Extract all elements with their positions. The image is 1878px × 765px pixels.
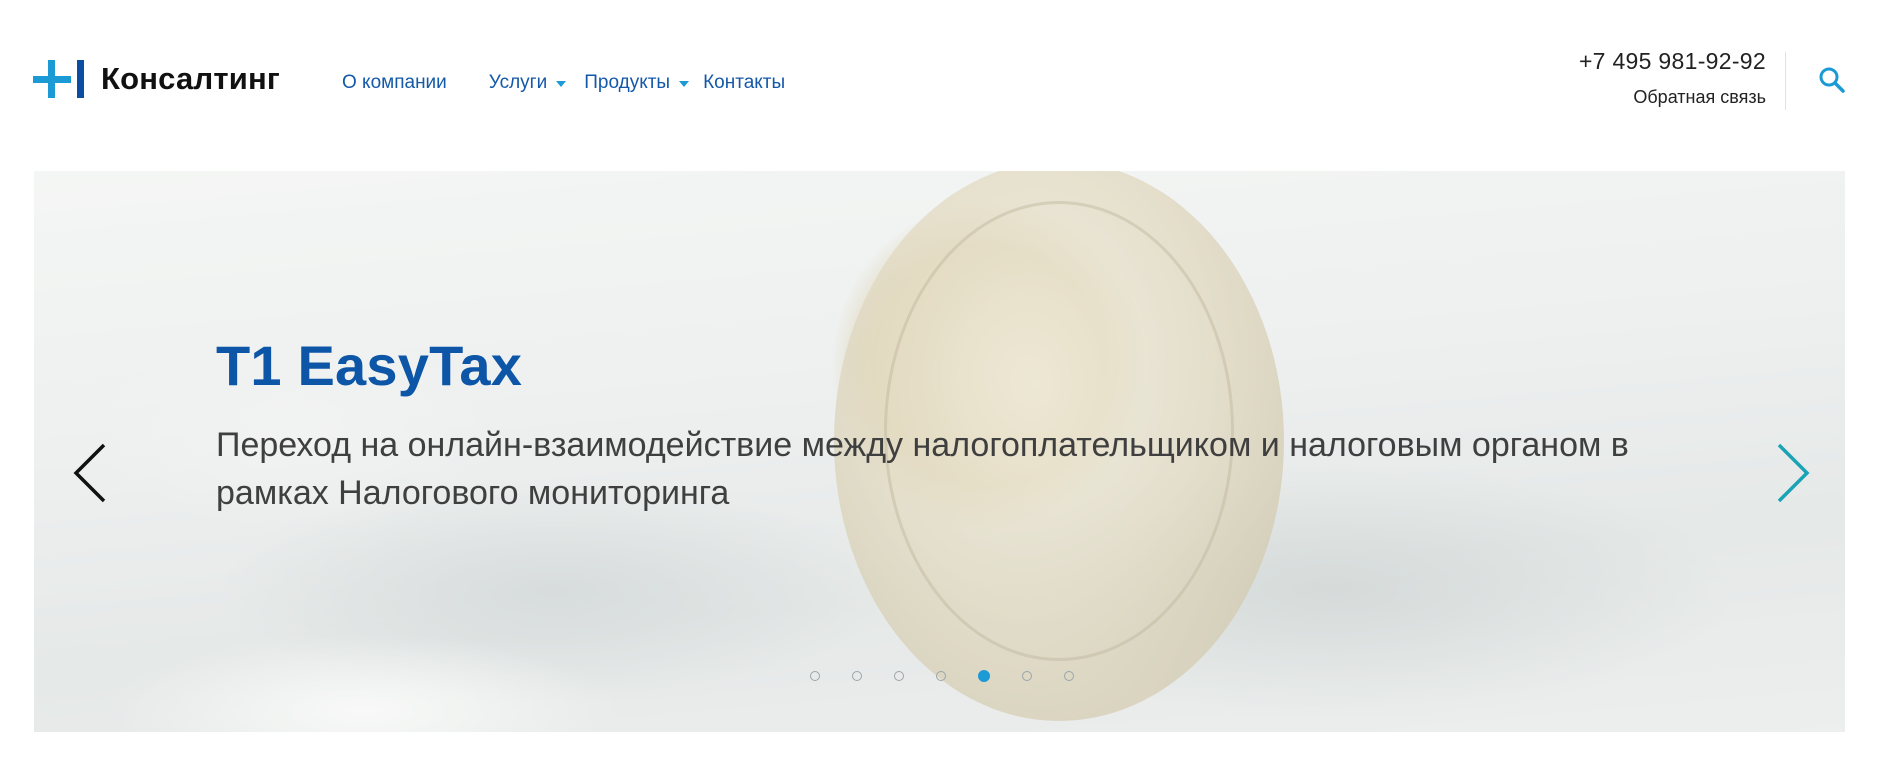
logo-text: Консалтинг	[101, 61, 281, 96]
caret-down-icon	[679, 81, 690, 87]
slider-dot[interactable]	[894, 671, 904, 681]
chevron-right-icon	[1777, 443, 1810, 503]
nav-item-products[interactable]: Продукты	[584, 72, 690, 94]
slider-dot[interactable]	[1064, 671, 1074, 681]
search-icon	[1819, 67, 1845, 93]
nav-item-services[interactable]: Услуги	[488, 72, 567, 94]
search-button[interactable]	[1818, 66, 1846, 94]
slider-dot[interactable]	[810, 671, 820, 681]
slide-title: T1 EasyTax	[216, 334, 523, 397]
slider-dots	[810, 670, 1106, 682]
nav-item-label: Услуги	[488, 72, 548, 93]
chevron-left-icon	[73, 443, 106, 503]
logo-mark-icon	[33, 58, 87, 100]
slider-dot[interactable]	[978, 670, 990, 682]
nav-item-label: Контакты	[703, 72, 786, 93]
nav-item-label: Продукты	[584, 72, 671, 93]
slide-text: Переход на онлайн-взаимодействие между н…	[216, 426, 1629, 512]
caret-down-icon	[556, 81, 567, 87]
slider-dot[interactable]	[936, 671, 946, 681]
contact-block: +7 495 981-92-92 Обратная связь	[1579, 48, 1766, 108]
slider-next-button[interactable]	[1769, 441, 1813, 505]
nav-item-label: О компании	[342, 72, 447, 93]
logo[interactable]: Консалтинг	[33, 58, 280, 100]
slider-dot[interactable]	[1022, 671, 1032, 681]
hero-slider: T1 EasyTax Переход на онлайн-взаимодейст…	[34, 171, 1845, 732]
main-nav: О компании Услуги Продукты Контакты	[342, 72, 785, 94]
slider-prev-button[interactable]	[70, 441, 114, 505]
site-header: Консалтинг О компании Услуги Продукты Ко…	[0, 0, 1878, 170]
nav-item-about[interactable]: О компании	[342, 72, 447, 94]
nav-item-contacts[interactable]: Контакты	[703, 72, 785, 94]
header-divider	[1785, 52, 1786, 110]
feedback-link[interactable]: Обратная связь	[1579, 87, 1766, 108]
phone-link[interactable]: +7 495 981-92-92	[1579, 48, 1766, 75]
slider-dot[interactable]	[852, 671, 862, 681]
